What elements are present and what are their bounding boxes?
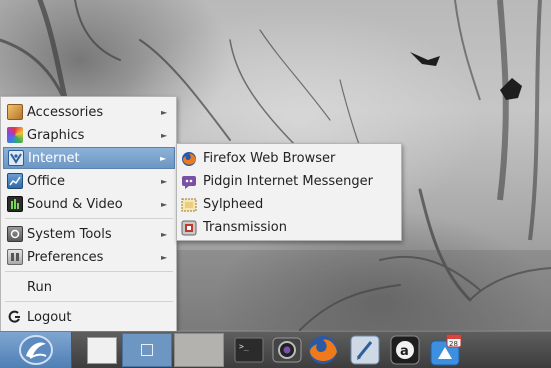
menu-item-accessories[interactable]: Accessories ► (3, 101, 175, 123)
menu-separator (5, 218, 173, 219)
menu-item-internet[interactable]: Internet ► (3, 147, 175, 169)
menu-separator (5, 271, 173, 272)
chevron-right-icon: ► (161, 199, 168, 209)
launcher-firefox[interactable] (306, 333, 340, 367)
menu-item-graphics[interactable]: Graphics ► (3, 124, 175, 146)
firefox-icon (309, 336, 337, 364)
sound-video-icon (7, 196, 23, 212)
sylpheed-icon (181, 197, 197, 213)
menu-item-label: Accessories (27, 104, 104, 120)
pidgin-icon (181, 174, 197, 190)
internet-icon (8, 150, 24, 166)
menu-item-logout[interactable]: Logout (3, 306, 175, 328)
submenu-item-firefox[interactable]: Firefox Web Browser (179, 147, 399, 170)
launcher-camera[interactable] (270, 333, 304, 367)
chevron-right-icon: ► (161, 130, 168, 140)
menu-item-preferences[interactable]: Preferences ► (3, 246, 175, 268)
submenu-item-pidgin[interactable]: Pidgin Internet Messenger (179, 170, 399, 193)
transmission-icon (181, 220, 197, 236)
workspace-2[interactable] (122, 333, 172, 367)
menu-item-label: System Tools (27, 226, 112, 242)
accessories-icon (7, 104, 23, 120)
window-thumbnail (87, 337, 117, 364)
firefox-icon (181, 151, 197, 167)
chevron-right-icon: ► (161, 252, 168, 262)
office-icon (7, 173, 23, 189)
menu-item-label: Preferences (27, 249, 104, 265)
launcher-text-editor[interactable] (348, 333, 382, 367)
svg-text:a: a (400, 344, 409, 359)
graphics-icon (7, 127, 23, 143)
start-menu-button[interactable] (0, 332, 72, 368)
launcher-software-center[interactable]: 28 (426, 333, 464, 367)
workspace-3[interactable] (174, 333, 224, 367)
chevron-right-icon: ► (161, 176, 168, 186)
menu-item-label: Graphics (27, 127, 85, 143)
system-tools-icon (7, 226, 23, 242)
submenu-item-sylpheed[interactable]: Sylpheed (179, 193, 399, 216)
text-editor-icon (350, 335, 380, 365)
logout-icon (7, 309, 23, 325)
svg-text:>_: >_ (239, 342, 249, 351)
terminal-icon: >_ (234, 337, 264, 363)
menu-item-label: Logout (27, 309, 72, 325)
launcher-terminal[interactable]: >_ (232, 333, 266, 367)
internet-submenu: Firefox Web Browser Pidgin Internet Mess… (176, 143, 402, 241)
menu-item-label: Office (27, 173, 65, 189)
chevron-right-icon: ► (161, 229, 168, 239)
camera-icon (272, 337, 302, 363)
submenu-item-label: Transmission (203, 220, 287, 235)
software-center-icon: 28 (430, 334, 462, 366)
workspace-1[interactable] (84, 333, 120, 367)
menu-item-office[interactable]: Office ► (3, 170, 175, 192)
submenu-item-label: Pidgin Internet Messenger (203, 174, 373, 189)
window-thumbnail (141, 344, 153, 356)
run-spacer (7, 279, 23, 295)
menu-item-label: Internet (28, 150, 80, 166)
chevron-right-icon: ► (161, 107, 168, 117)
submenu-item-label: Sylpheed (203, 197, 264, 212)
launcher-amazon[interactable]: a (388, 333, 422, 367)
lxde-logo-icon (19, 335, 53, 365)
menu-item-label: Sound & Video (27, 196, 123, 212)
application-menu: Accessories ► Graphics ► Internet ► Offi… (0, 96, 177, 332)
calendar-day-label: 28 (449, 340, 458, 348)
chevron-right-icon: ► (160, 153, 167, 163)
menu-item-label: Run (27, 279, 52, 295)
submenu-item-transmission[interactable]: Transmission (179, 216, 399, 239)
menu-item-sound-video[interactable]: Sound & Video ► (3, 193, 175, 215)
menu-separator (5, 301, 173, 302)
preferences-icon (7, 249, 23, 265)
submenu-item-label: Firefox Web Browser (203, 151, 336, 166)
menu-item-system-tools[interactable]: System Tools ► (3, 223, 175, 245)
amazon-icon: a (390, 335, 420, 365)
menu-item-run[interactable]: Run (3, 276, 175, 298)
